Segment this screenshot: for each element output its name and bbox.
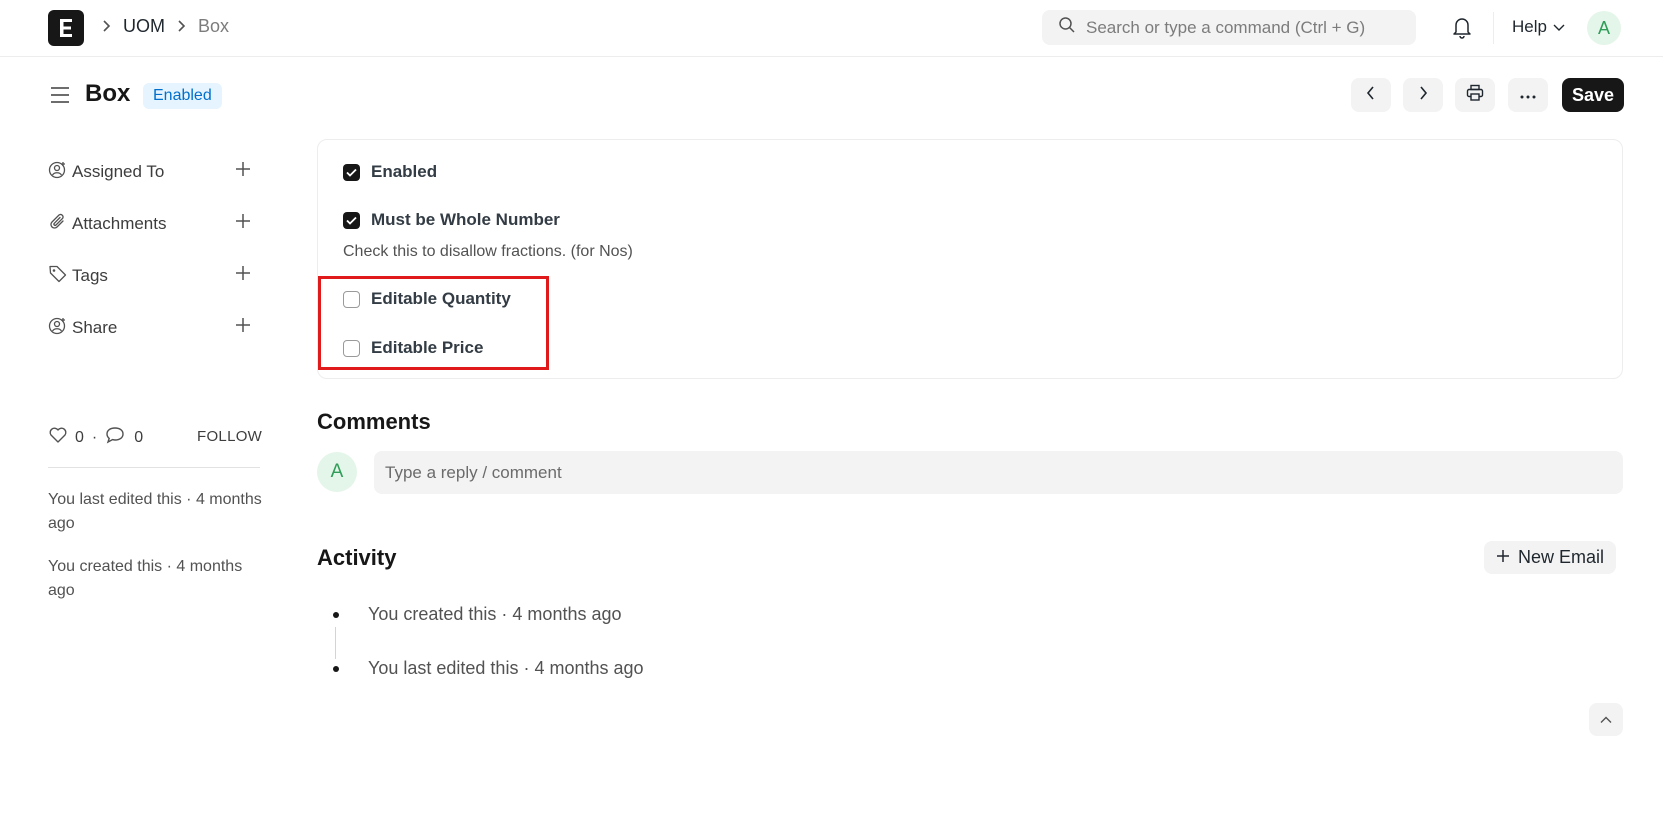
enabled-checkbox-row[interactable]: Enabled (343, 162, 437, 182)
separator-dot: · (91, 428, 98, 446)
ellipsis-icon (1520, 86, 1536, 104)
follow-button[interactable]: FOLLOW (197, 428, 262, 445)
plus-icon[interactable] (234, 160, 252, 183)
chevron-left-icon (1365, 85, 1377, 106)
navbar: UOM Box Search or type a command (Ctrl +… (0, 0, 1663, 57)
heart-icon[interactable] (48, 426, 68, 449)
created-note: You created this · 4 months ago (48, 558, 243, 599)
activity-item: You last edited this · 4 months ago (368, 658, 644, 678)
breadcrumb-box[interactable]: Box (198, 16, 229, 37)
sidebar-item-label: Share (72, 318, 118, 337)
comment-icon (105, 426, 125, 449)
check-icon (346, 216, 357, 225)
commenter-avatar: A (317, 452, 357, 492)
scroll-to-top-button[interactable] (1589, 703, 1623, 736)
whole-number-help-text: Check this to disallow fractions. (for N… (343, 243, 633, 260)
tag-icon (48, 264, 68, 289)
comments-heading: Comments (317, 409, 431, 434)
whole-number-checkbox[interactable] (343, 211, 360, 229)
sidebar-item-label: Tags (72, 266, 108, 285)
comment-count: 0 (134, 428, 144, 446)
activity-heading: Activity (317, 545, 397, 570)
sidebar-item-label: Assigned To (72, 162, 165, 181)
new-email-button[interactable]: New Email (1484, 541, 1617, 574)
plus-icon[interactable] (234, 212, 252, 235)
whole-number-label: Must be Whole Number (371, 210, 560, 229)
new-email-label: New Email (1518, 547, 1605, 567)
whole-number-checkbox-row[interactable]: Must be Whole Number (343, 210, 560, 230)
sidebar-item-tags[interactable]: Tags (48, 262, 258, 290)
chevron-right-icon (1417, 85, 1429, 106)
bell-icon[interactable] (1451, 15, 1473, 44)
search-icon (1058, 16, 1076, 39)
highlight-box (318, 276, 549, 370)
sidebar-item-label: Attachments (72, 214, 167, 233)
chevron-down-icon (1553, 17, 1565, 37)
printer-icon (1466, 84, 1484, 107)
like-comment-counts: 0 · 0 (48, 426, 143, 449)
plus-icon (1496, 547, 1510, 568)
breadcrumb-uom[interactable]: UOM (123, 16, 165, 37)
enabled-label: Enabled (371, 162, 438, 181)
logo-icon (60, 19, 72, 37)
plus-icon[interactable] (234, 264, 252, 287)
navbar-divider (1493, 12, 1494, 44)
chevron-up-icon (1600, 711, 1612, 729)
comment-input[interactable] (374, 451, 1623, 494)
share-user-icon (48, 316, 68, 341)
sidebar-item-attachments[interactable]: Attachments (48, 210, 258, 238)
plus-icon[interactable] (234, 316, 252, 339)
search-placeholder: Search or type a command (Ctrl + G) (1086, 17, 1366, 37)
user-avatar[interactable]: A (1587, 11, 1621, 45)
paperclip-icon (48, 212, 68, 237)
app-logo[interactable] (48, 10, 84, 46)
sidebar-toggle-icon[interactable] (50, 86, 70, 109)
save-button[interactable]: Save (1562, 78, 1624, 112)
status-badge: Enabled (143, 83, 222, 109)
previous-doc-button[interactable] (1351, 78, 1391, 112)
help-label: Help (1512, 17, 1547, 36)
more-actions-button[interactable] (1508, 78, 1548, 112)
search-bar[interactable]: Search or type a command (Ctrl + G) (1042, 10, 1416, 45)
chevron-right-icon (101, 16, 113, 41)
page-title: Box (85, 80, 131, 107)
timeline-dot (333, 666, 339, 672)
sidebar-item-share[interactable]: Share (48, 314, 258, 342)
check-icon (346, 168, 357, 177)
print-button[interactable] (1455, 78, 1495, 112)
help-dropdown[interactable]: Help (1512, 17, 1565, 37)
next-doc-button[interactable] (1403, 78, 1443, 112)
timeline-line (335, 627, 336, 659)
chevron-right-icon (176, 16, 188, 41)
user-plus-icon (48, 160, 68, 185)
timeline-dot (333, 612, 339, 618)
sidebar-divider (48, 467, 260, 468)
enabled-checkbox[interactable] (343, 163, 360, 181)
like-count: 0 (75, 428, 84, 446)
sidebar-item-assigned-to[interactable]: Assigned To (48, 158, 258, 186)
last-edited-note: You last edited this · 4 months ago (48, 491, 262, 532)
activity-item: You created this · 4 months ago (368, 604, 622, 624)
